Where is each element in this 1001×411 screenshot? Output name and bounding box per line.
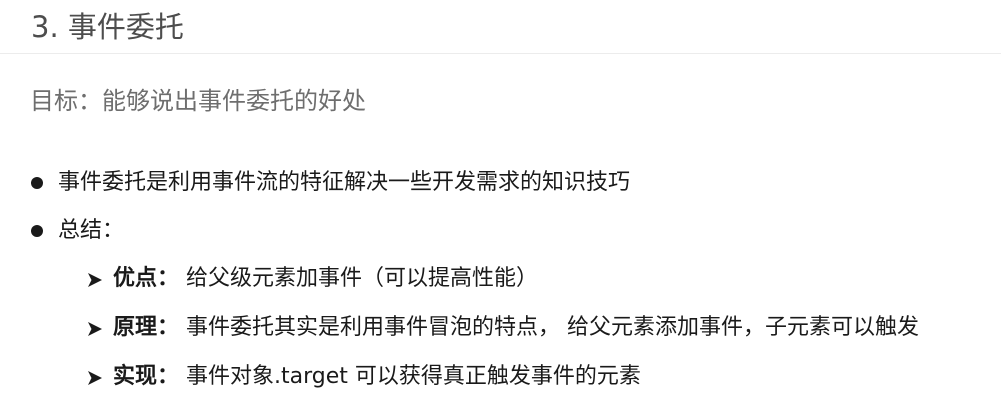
filled-circle-bullet-icon <box>31 177 43 189</box>
sub-item-text: 给父级元素加事件（可以提高性能） <box>186 266 539 291</box>
sub-item-label: 实现： <box>113 364 180 389</box>
arrowhead-bullet-icon <box>88 371 102 385</box>
filled-circle-bullet-icon <box>31 225 43 237</box>
slide-goal: 目标：能够说出事件委托的好处 <box>30 87 366 115</box>
sub-item-text: 事件委托其实是利用事件冒泡的特点， 给父元素添加事件，子元素可以触发 <box>186 315 919 340</box>
sub-item-label: 优点： <box>113 266 180 291</box>
bullet-text: 事件委托是利用事件流的特征解决一些开发需求的知识技巧 <box>58 170 631 195</box>
arrowhead-bullet-icon <box>88 322 102 336</box>
arrowhead-bullet-icon <box>88 273 102 287</box>
slide-title: 3. 事件委托 <box>31 10 184 44</box>
slide-header: 3. 事件委托 <box>0 0 1001 54</box>
sub-item-text: 事件对象.target 可以获得真正触发事件的元素 <box>186 364 641 389</box>
sub-item-label: 原理： <box>113 315 180 340</box>
bullet-text: 总结： <box>58 218 125 243</box>
